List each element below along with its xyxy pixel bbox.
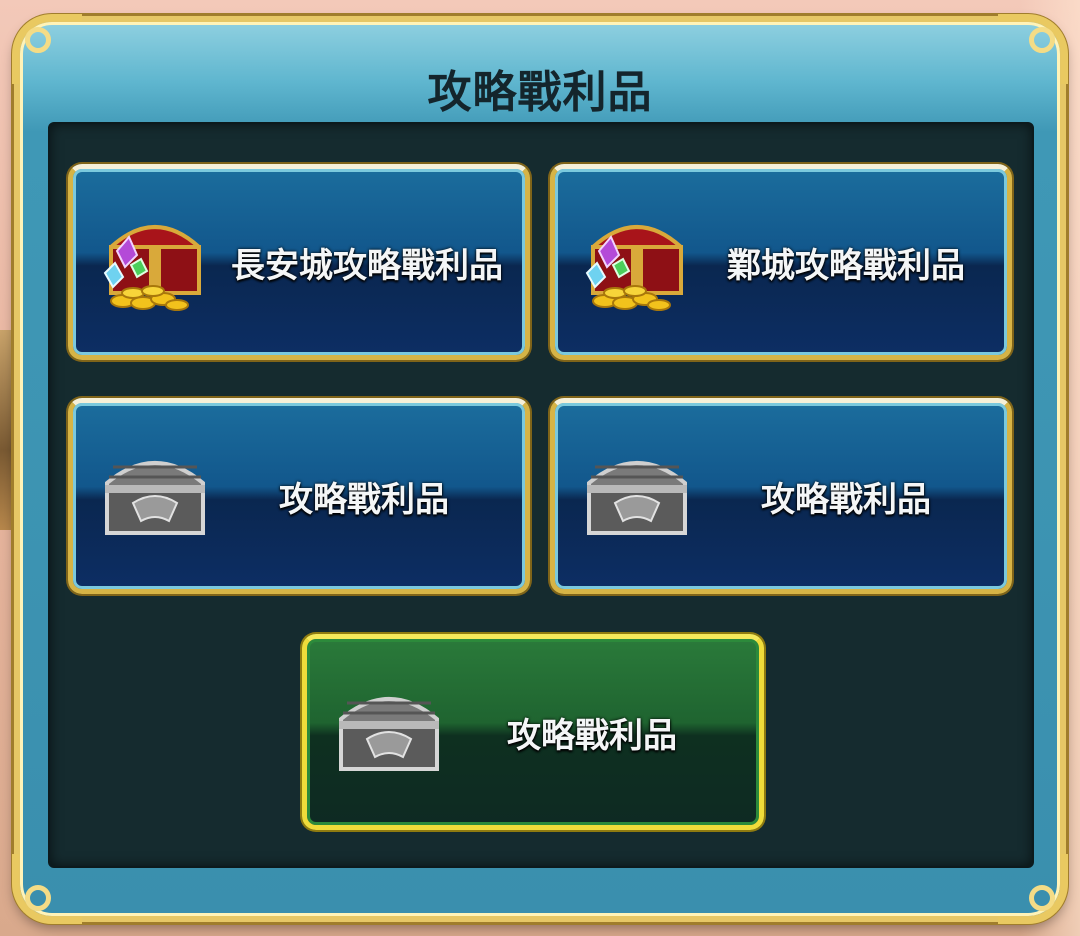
reward-label: 攻略戰利品	[761, 479, 931, 520]
reward-label: 攻略戰利品	[507, 715, 677, 756]
reward-button-5[interactable]: 攻略戰利品	[302, 634, 764, 830]
gold-treasure-chest-icon	[103, 225, 201, 311]
reward-button-3[interactable]: 攻略戰利品	[68, 398, 530, 594]
rewards-grid: 長安城攻略戰利品 鄴城攻略戰利品 攻略戰利品 攻略戰利品 攻略戰利品	[48, 122, 1034, 868]
silver-chest-icon	[587, 461, 687, 535]
gold-treasure-chest-icon	[585, 225, 683, 311]
silver-chest-icon	[105, 461, 205, 535]
reward-button-yecheng[interactable]: 鄴城攻略戰利品	[550, 164, 1012, 360]
reward-label: 攻略戰利品	[279, 479, 449, 520]
reward-button-changan[interactable]: 長安城攻略戰利品	[68, 164, 530, 360]
loot-panel: 攻略戰利品 長安城攻略戰利品 鄴城攻略戰利品 攻略戰利品 攻略戰利品 攻略戰利品	[12, 14, 1068, 924]
reward-button-4[interactable]: 攻略戰利品	[550, 398, 1012, 594]
panel-title: 攻略戰利品	[427, 67, 653, 118]
silver-chest-icon	[339, 697, 439, 771]
reward-label: 鄴城攻略戰利品	[727, 245, 965, 286]
reward-label: 長安城攻略戰利品	[231, 245, 503, 286]
